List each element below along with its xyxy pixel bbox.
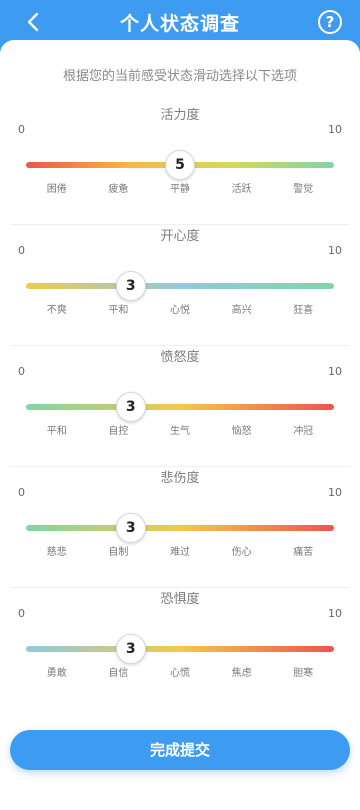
help-button[interactable]: ? [318, 10, 342, 34]
slider-tick-label: 生气 [170, 426, 190, 437]
slider-tick-label: 慈悲 [46, 547, 67, 558]
question-circle-icon: ? [325, 13, 335, 31]
slider-tick-label: 平和 [46, 426, 67, 437]
slider-tick-label: 自信 [108, 668, 129, 679]
range-min-label: 0 [18, 244, 25, 257]
slider-track[interactable] [26, 283, 334, 289]
slider-tick-label: 不爽 [46, 305, 67, 316]
slider-tick-label: 平和 [108, 305, 129, 316]
slider-tick-label: 恼怒 [231, 426, 252, 437]
slider-tick-label: 平静 [170, 184, 190, 195]
range-max-label: 10 [328, 486, 342, 499]
range-max-label: 10 [328, 365, 342, 378]
slider-title: 活力度 [160, 108, 200, 123]
slider-tick-label: 心慌 [170, 668, 190, 679]
slider-track[interactable] [26, 646, 334, 652]
app-header: 个人状态调查 ? [0, 0, 360, 44]
slider-tick-label: 困倦 [46, 184, 67, 195]
slider-title: 愤怒度 [160, 350, 200, 365]
slider-knob[interactable]: 5 [165, 150, 195, 180]
range-max-label: 10 [328, 244, 342, 257]
slider-tick-label: 痛苦 [293, 547, 314, 558]
slider-tick-label: 狂喜 [293, 305, 314, 316]
range-min-label: 0 [18, 486, 25, 499]
slider-tick-label: 冲冠 [293, 426, 314, 437]
range-min-label: 0 [18, 607, 25, 620]
slider-tick-label: 难过 [170, 547, 190, 558]
range-min-label: 0 [18, 123, 25, 136]
survey-card: 根据您的当前感受状态滑动选择以下选项 活力度 0 10 困倦 疲惫 平静 活跃 警觉 5 开心度 0… [0, 40, 360, 810]
slider-tick-label: 勇敢 [46, 668, 67, 679]
range-max-label: 10 [328, 123, 342, 136]
submit-button[interactable]: 完成提交 [10, 730, 350, 770]
slider-section-vitality: 活力度 0 10 困倦 疲惫 平静 活跃 警觉 5 [10, 104, 350, 225]
page-title: 个人状态调查 [119, 13, 240, 35]
instruction-text: 根据您的当前感受状态滑动选择以下选项 [62, 69, 297, 84]
slider-title: 恐惧度 [160, 592, 200, 607]
slider-section-sadness: 悲伤度 0 10 慈悲 自制 难过 伤心 痛苦 3 [10, 467, 350, 588]
slider-tick-label: 自制 [108, 547, 129, 558]
slider-knob[interactable]: 3 [115, 634, 146, 664]
slider-section-happiness: 开心度 0 10 不爽 平和 心悦 高兴 狂喜 3 [10, 225, 350, 346]
slider-knob[interactable]: 3 [115, 392, 146, 422]
slider-tick-label: 焦虑 [231, 668, 252, 679]
range-max-label: 10 [328, 607, 342, 620]
slider-tick-label: 活跃 [231, 184, 252, 195]
slider-tick-label: 胆寒 [293, 668, 314, 679]
slider-tick-label: 心悦 [170, 305, 190, 316]
slider-tick-label: 自控 [108, 426, 129, 437]
slider-track[interactable] [26, 404, 334, 410]
slider-title: 悲伤度 [160, 471, 200, 486]
slider-section-anger: 愤怒度 0 10 平和 自控 生气 恼怒 冲冠 3 [10, 346, 350, 467]
slider-tick-label: 高兴 [231, 305, 252, 316]
slider-title: 开心度 [160, 229, 200, 244]
slider-knob[interactable]: 3 [115, 513, 146, 543]
slider-track[interactable] [26, 525, 334, 531]
slider-tick-label: 警觉 [293, 184, 314, 195]
slider-tick-label: 伤心 [231, 547, 252, 558]
range-min-label: 0 [18, 365, 25, 378]
slider-tick-label: 疲惫 [108, 184, 129, 195]
slider-section-fear: 恐惧度 0 10 勇敢 自信 心慌 焦虑 胆寒 3 [10, 588, 350, 709]
slider-knob[interactable]: 3 [115, 271, 146, 301]
